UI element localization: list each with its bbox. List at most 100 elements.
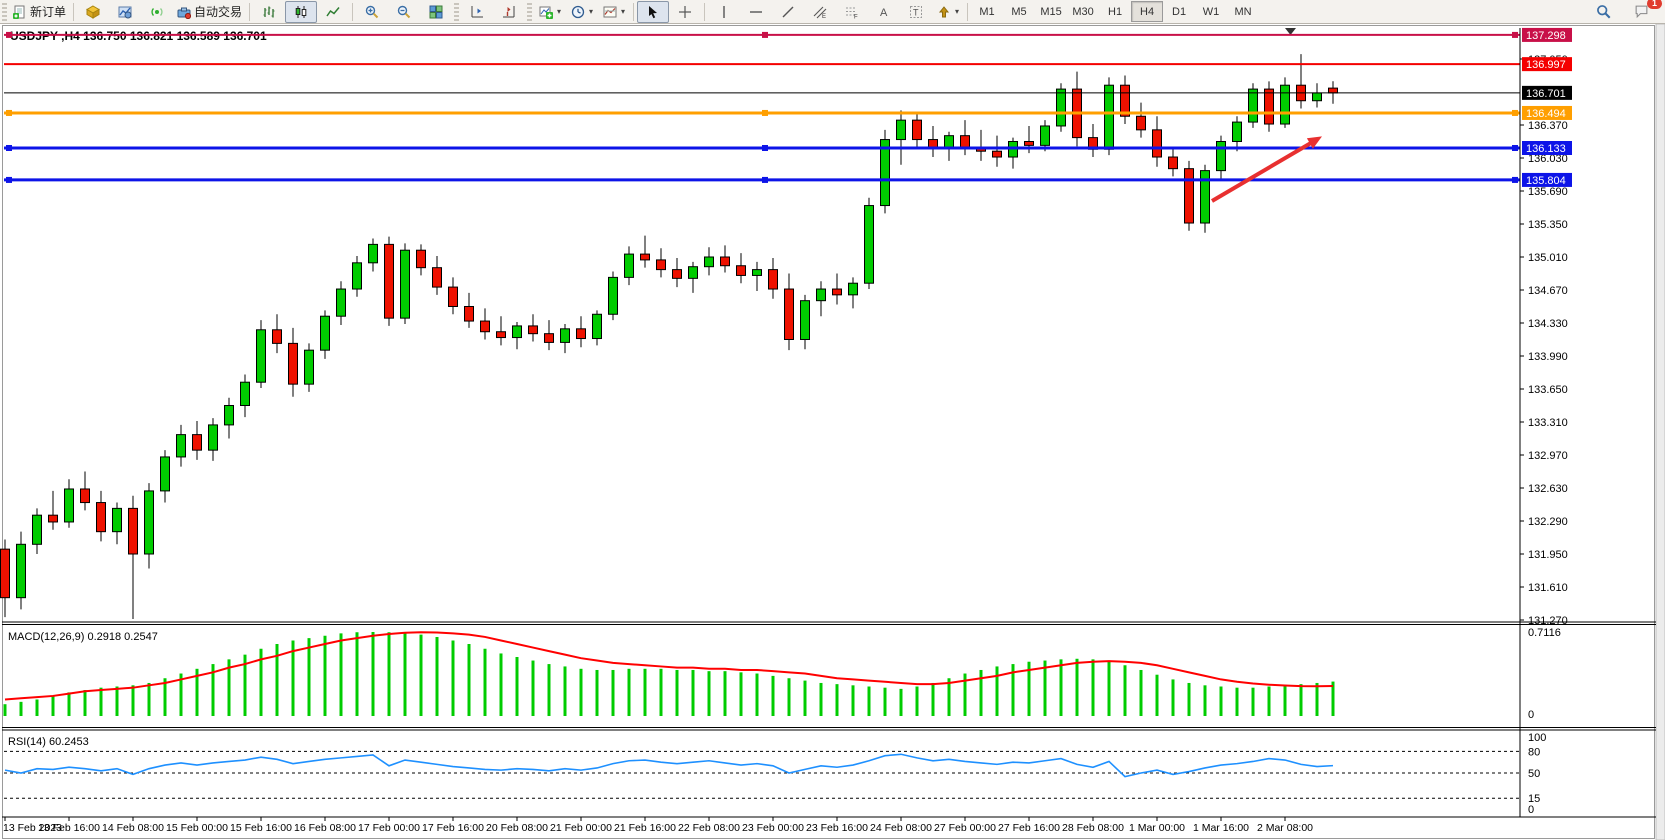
horizontal-line-button[interactable] xyxy=(740,1,772,23)
trendline-button[interactable] xyxy=(772,1,804,23)
price-tick-label: 132.970 xyxy=(1528,450,1568,462)
timeframe-button-m15[interactable]: M15 xyxy=(1035,1,1067,22)
price-badge-136701: 136.701 xyxy=(1522,86,1572,100)
time-tick-label: 1 Mar 00:00 xyxy=(1129,822,1185,834)
rsi-label: RSI(14) 60.2453 xyxy=(8,736,89,748)
arrows-button[interactable]: ▾ xyxy=(932,1,964,23)
candle xyxy=(865,198,874,289)
line-handle[interactable] xyxy=(6,145,12,151)
price-badge-label: 136.494 xyxy=(1526,108,1566,120)
candlestick-icon xyxy=(294,5,308,19)
vline-icon xyxy=(717,5,731,19)
svg-text:T: T xyxy=(913,7,919,17)
crosshair-button[interactable] xyxy=(669,1,701,23)
price-badge-label: 136.997 xyxy=(1526,59,1566,71)
price-tick-label: 131.950 xyxy=(1528,549,1568,561)
line-handle[interactable] xyxy=(762,145,768,151)
line-handle[interactable] xyxy=(1512,110,1518,116)
cursor-button[interactable] xyxy=(637,1,669,23)
line-handle[interactable] xyxy=(1512,145,1518,151)
zoom-in-icon xyxy=(365,5,379,19)
timeframe-button-d1[interactable]: D1 xyxy=(1163,1,1195,22)
zoom-out-button[interactable] xyxy=(388,1,420,23)
dropdown-caret-icon: ▾ xyxy=(589,7,593,16)
new-order-icon xyxy=(13,5,27,19)
price-tick-label: 131.610 xyxy=(1528,582,1568,594)
market-watch-button[interactable] xyxy=(77,1,109,23)
toolbar-separator xyxy=(249,3,250,21)
price-badge-label: 135.804 xyxy=(1526,175,1566,187)
text-label-button[interactable]: T xyxy=(900,1,932,23)
auto-scroll-button[interactable] xyxy=(461,1,493,23)
time-tick-label: 14 Feb 08:00 xyxy=(102,822,164,834)
price-tick-label: 133.650 xyxy=(1528,384,1568,396)
line-handle[interactable] xyxy=(6,32,12,38)
trendline-icon xyxy=(781,5,795,19)
text-button[interactable]: A xyxy=(868,1,900,23)
tile-windows-button[interactable] xyxy=(420,1,452,23)
fibonacci-button[interactable]: F xyxy=(836,1,868,23)
chart-shift-icon xyxy=(502,5,516,19)
hline-icon xyxy=(749,5,763,19)
line-handle[interactable] xyxy=(762,110,768,116)
auto-trading-button[interactable]: 自动交易 xyxy=(173,1,246,23)
notifications-button[interactable]: 1 xyxy=(1625,1,1657,23)
timeframe-button-h1[interactable]: H1 xyxy=(1099,1,1131,22)
zoom-in-button[interactable] xyxy=(356,1,388,23)
candle xyxy=(1185,161,1194,231)
cursor-icon xyxy=(646,5,660,19)
timeframe-button-m1[interactable]: M1 xyxy=(971,1,1003,22)
auto-trading-button-label: 自动交易 xyxy=(194,3,242,20)
strategy-tester-button[interactable] xyxy=(109,1,141,23)
timeframe-button-m30[interactable]: M30 xyxy=(1067,1,1099,22)
timeframe-button-mn[interactable]: MN xyxy=(1227,1,1259,22)
candle xyxy=(1281,77,1290,127)
add-indicator-button[interactable]: ▾ xyxy=(534,1,566,23)
line-handle[interactable] xyxy=(762,177,768,183)
time-tick-label: 22 Feb 08:00 xyxy=(678,822,740,834)
price-badge-135804: 135.804 xyxy=(1522,173,1572,187)
candle xyxy=(401,243,410,324)
svg-text:F: F xyxy=(854,14,858,19)
toolbar-grip xyxy=(2,3,7,21)
time-tick-label: 1 Mar 16:00 xyxy=(1193,822,1249,834)
candle xyxy=(1057,83,1066,132)
price-tick-label: 136.370 xyxy=(1528,120,1568,132)
template-button[interactable]: ▾ xyxy=(598,1,630,23)
chart-shift-button[interactable] xyxy=(493,1,525,23)
line-handle[interactable] xyxy=(1512,177,1518,183)
line-chart-icon xyxy=(326,5,340,19)
top-toolbar: 新订单 自动交易 ▾ ▾ ▾ E F A T ▾ M1M5M15M30H1H4D1W1MN 1 xyxy=(0,0,1665,24)
candlestick-button[interactable] xyxy=(285,1,317,23)
timeframe-button-w1[interactable]: W1 xyxy=(1195,1,1227,22)
timeframe-button-h4[interactable]: H4 xyxy=(1131,1,1163,22)
line-chart-button[interactable] xyxy=(317,1,349,23)
rsi-tick-label: 80 xyxy=(1528,746,1540,758)
usdjpy-h4-chart[interactable]: USDJPY ,H4 136.750 136.821 136.589 136.7… xyxy=(0,24,1665,840)
toolbar-grip xyxy=(527,3,532,21)
line-handle[interactable] xyxy=(762,32,768,38)
equidistant-channel-button[interactable]: E xyxy=(804,1,836,23)
rsi-tick-label: 100 xyxy=(1528,732,1546,744)
rsi-tick-label: 50 xyxy=(1528,768,1540,780)
periods-button[interactable]: ▾ xyxy=(566,1,598,23)
new-order-button[interactable]: 新订单 xyxy=(9,1,70,23)
vertical-line-button[interactable] xyxy=(708,1,740,23)
candle xyxy=(609,272,618,321)
search-button[interactable] xyxy=(1587,1,1619,23)
bar-chart-button[interactable] xyxy=(253,1,285,23)
tester-icon xyxy=(118,5,132,19)
price-badge-label: 136.133 xyxy=(1526,143,1566,155)
signals-button[interactable] xyxy=(141,1,173,23)
chart-window[interactable]: USDJPY ,H4 136.750 136.821 136.589 136.7… xyxy=(0,24,1665,840)
line-handle[interactable] xyxy=(6,177,12,183)
timeframe-button-m5[interactable]: M5 xyxy=(1003,1,1035,22)
signals-icon xyxy=(150,5,164,19)
line-handle[interactable] xyxy=(1512,32,1518,38)
clock-icon xyxy=(571,5,585,19)
time-tick-label: 27 Feb 00:00 xyxy=(934,822,996,834)
crosshair-icon xyxy=(678,5,692,19)
line-handle[interactable] xyxy=(6,110,12,116)
price-tick-label: 135.350 xyxy=(1528,219,1568,231)
candle xyxy=(1105,77,1114,155)
